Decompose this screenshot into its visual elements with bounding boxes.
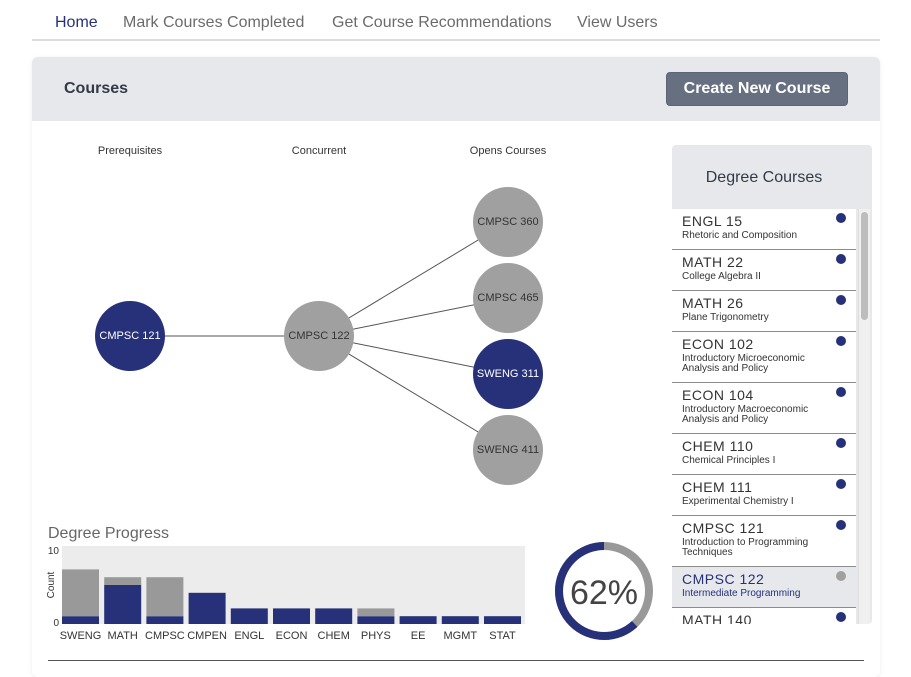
course-name: Chemical Principles I (682, 455, 776, 466)
degree-progress-donut: 62% (555, 542, 653, 640)
bar-math-series-0 (104, 585, 142, 624)
course-name: Intermediate Programming (682, 588, 801, 599)
course-code: ENGL 15 (682, 213, 743, 229)
degree-courses-panel: Degree Courses ENGL 15 Rhetoric and Compo… (672, 145, 872, 624)
nav-get-course-recommendations[interactable]: Get Course Recommendations (332, 14, 552, 32)
course-code: CMPSC 122 (682, 571, 765, 587)
node-cmpsc-465[interactable]: CMPSC 465 (473, 263, 543, 333)
x-tick-label: ECON (276, 630, 308, 642)
node-cmpsc-122[interactable]: CMPSC 122 (284, 301, 354, 371)
course-name: Rhetoric and Composition (682, 230, 798, 241)
course-name: Introductory Microeconomic Analysis and … (682, 353, 805, 374)
bar-econ-series-0 (273, 608, 310, 624)
bar-phys-series-0 (357, 616, 395, 624)
course-name: Experimental Chemistry I (682, 496, 794, 507)
bar-cmpsc-series-1 (146, 577, 184, 617)
degree-courses-list: ENGL 15 Rhetoric and Composition MATH 22 Co… (672, 209, 858, 624)
degree-course-item[interactable]: ECON 104 Introductory Macroeconomic Analy… (672, 383, 856, 434)
degree-course-item[interactable]: ENGL 15 Rhetoric and Composition (672, 209, 856, 250)
nav-mark-courses-completed[interactable]: Mark Courses Completed (123, 14, 304, 32)
degree-course-item[interactable]: CMPSC 121 Introduction to Programming Tec… (672, 516, 856, 567)
x-tick-label: CMPEN (187, 630, 227, 642)
x-tick-label: SWENG (60, 630, 102, 642)
course-code: ECON 102 (682, 336, 754, 352)
bar-mgmt-series-0 (441, 616, 479, 624)
course-name: Plane Trigonometry (682, 312, 769, 323)
status-dot-icon (836, 254, 846, 264)
x-tick-label: PHYS (361, 630, 391, 642)
status-dot-icon (836, 295, 846, 305)
y-axis-label: Count (46, 571, 57, 598)
degree-courses-scroll-thumb[interactable] (861, 212, 868, 320)
degree-course-item[interactable]: MATH 26 Plane Trigonometry (672, 291, 856, 332)
node-cmpsc-360[interactable]: CMPSC 360 (473, 187, 543, 257)
bar-sweng-series-1 (62, 569, 99, 617)
nav-view-users[interactable]: View Users (577, 14, 658, 32)
node-sweng-311[interactable]: SWENG 311 (473, 339, 543, 409)
degree-courses-title: Degree Courses (705, 169, 823, 186)
course-name: Introductory Macroeconomic Analysis and … (682, 404, 809, 425)
x-tick-label: CMPSC (145, 630, 185, 642)
degree-progress-bar-chart: Count 10 0SWENG MATH CMPSC CMPEN ENGL ECON CHEM P… (46, 546, 525, 642)
course-code: CMPSC 121 (682, 520, 765, 536)
degree-course-item[interactable]: MATH 22 College Algebra II (672, 250, 856, 291)
x-tick-label: EE (411, 630, 426, 642)
x-tick-label: MATH (108, 630, 138, 642)
bar-ee-series-0 (399, 616, 437, 624)
bar-math-series-1 (104, 577, 142, 585)
nav-home[interactable]: Home (55, 14, 98, 32)
node-cmpsc-121[interactable]: CMPSC 121 (95, 301, 165, 371)
top-nav: Home Mark Courses Completed Get Course R… (32, 0, 880, 41)
create-new-course-button[interactable]: Create New Course (666, 72, 848, 106)
course-code: ECON 104 (682, 387, 754, 403)
course-code: MATH 26 (682, 295, 744, 311)
status-dot-icon (836, 571, 846, 581)
status-dot-icon (836, 479, 846, 489)
x-tick-label: ENGL (234, 630, 264, 642)
degree-course-item[interactable]: MATH 140 (672, 608, 856, 624)
card-header: Courses Create New Course (32, 57, 880, 121)
status-dot-icon (836, 387, 846, 397)
bar-phys-series-1 (357, 608, 395, 617)
x-tick-label: STAT (489, 630, 516, 642)
bar-engl-series-0 (230, 608, 268, 624)
degree-course-item[interactable]: CHEM 110 Chemical Principles I (672, 434, 856, 475)
card-title: Courses (64, 80, 129, 97)
course-code: MATH 140 (682, 612, 752, 624)
degree-course-item[interactable]: CMPSC 122 Intermediate Programming (672, 567, 856, 608)
course-graph: Prerequisites Concurrent Opens Courses C… (48, 140, 648, 500)
status-dot-icon (836, 336, 846, 346)
x-tick-label: CHEM (318, 630, 350, 642)
course-code: MATH 22 (682, 254, 744, 270)
donut-label: 62% (570, 574, 638, 612)
course-name: College Algebra II (682, 271, 761, 282)
bottom-divider (48, 660, 864, 661)
course-code: CHEM 110 (682, 438, 754, 454)
y-tick-label: 10 (48, 546, 60, 557)
status-dot-icon (836, 213, 846, 223)
y-tick-label: 0 (53, 618, 59, 629)
degree-course-item[interactable]: ECON 102 Introductory Microeconomic Analy… (672, 332, 856, 383)
bar-cmpsc-series-0 (146, 616, 184, 624)
bar-chem-series-0 (315, 608, 353, 624)
status-dot-icon (836, 520, 846, 530)
bar-stat-series-0 (484, 616, 521, 624)
x-tick-label: MGMT (443, 630, 477, 642)
status-dot-icon (836, 438, 846, 448)
node-sweng-411[interactable]: SWENG 411 (473, 415, 543, 485)
bar-sweng-series-0 (62, 616, 99, 624)
degree-course-item[interactable]: CHEM 111 Experimental Chemistry I (672, 475, 856, 516)
bar-cmpen-series-0 (188, 592, 226, 624)
course-name: Introduction to Programming Techniques (682, 537, 809, 558)
course-code: CHEM 111 (682, 479, 753, 495)
degree-progress-title: Degree Progress (48, 525, 169, 542)
status-dot-icon (836, 612, 846, 622)
